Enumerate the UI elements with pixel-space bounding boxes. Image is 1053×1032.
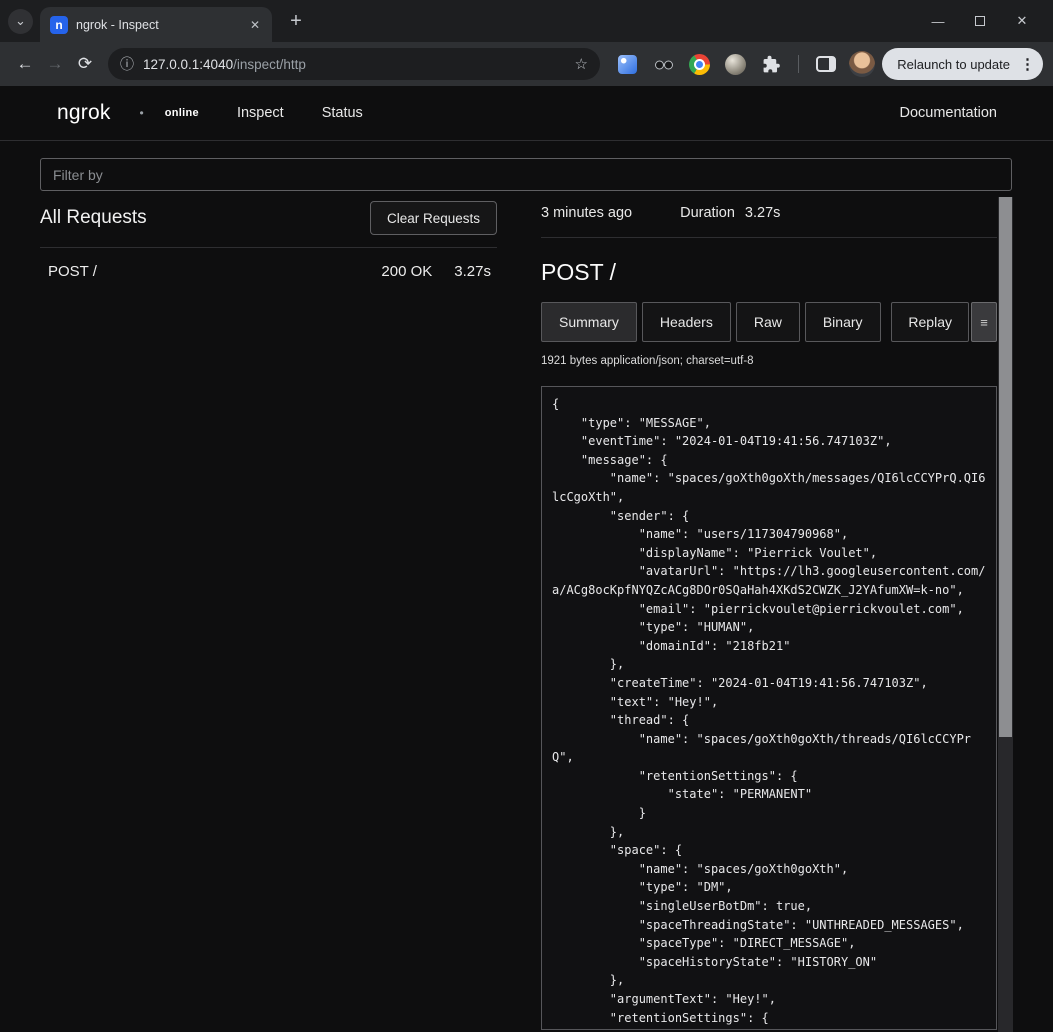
- side-panel-button[interactable]: [812, 51, 839, 78]
- request-title: POST /: [541, 259, 997, 286]
- relaunch-label: Relaunch to update: [897, 57, 1010, 72]
- tunnel-status-badge: online: [165, 107, 199, 119]
- panel-gap: [497, 197, 541, 1032]
- requests-panel: All Requests Clear Requests POST / 200 O…: [40, 197, 497, 1032]
- chrome-logo-icon: [689, 54, 710, 75]
- request-body-json: { "type": "MESSAGE", "eventTime": "2024-…: [552, 395, 992, 1027]
- detail-scrollbar[interactable]: [998, 197, 1013, 1032]
- hamburger-icon: ≡: [980, 315, 988, 330]
- requests-panel-header: All Requests Clear Requests: [40, 197, 497, 248]
- browser-tab-strip: ⌄ n ngrok - Inspect ✕ + — ✕: [0, 0, 1053, 42]
- body-meta-text: 1921 bytes application/json; charset=utf…: [541, 355, 997, 367]
- replay-button[interactable]: Replay: [891, 302, 969, 342]
- avatar: [849, 51, 875, 77]
- extension-sphere-icon[interactable]: [722, 51, 749, 78]
- nav-link-status[interactable]: Status: [322, 105, 363, 121]
- extension-goggles-icon[interactable]: [650, 51, 677, 78]
- ngrok-favicon: n: [50, 16, 68, 34]
- maximize-icon: [975, 16, 985, 26]
- back-button[interactable]: ←: [10, 49, 40, 79]
- maximize-button[interactable]: [959, 0, 1001, 42]
- browser-toolbar: ← → ⟳ ⓘ 127.0.0.1:4040/inspect/http ☆ Re…: [0, 42, 1053, 86]
- profile-button[interactable]: [848, 51, 875, 78]
- clear-requests-button[interactable]: Clear Requests: [370, 201, 497, 235]
- extension-image-icon[interactable]: [614, 51, 641, 78]
- tab-summary[interactable]: Summary: [541, 302, 637, 342]
- relaunch-to-update-button[interactable]: Relaunch to update ⋮: [882, 48, 1043, 80]
- site-info-icon[interactable]: ⓘ: [120, 54, 134, 74]
- bookmark-star-icon[interactable]: ☆: [575, 55, 588, 73]
- new-tab-button[interactable]: +: [283, 8, 309, 34]
- puzzle-icon: [762, 55, 781, 74]
- minimize-button[interactable]: —: [917, 0, 959, 42]
- tab-binary[interactable]: Binary: [805, 302, 881, 342]
- chevron-down-icon: ⌄: [15, 13, 26, 29]
- window-controls: — ✕: [917, 0, 1043, 42]
- extensions-area: [614, 51, 875, 78]
- url-path: /inspect/http: [233, 57, 306, 72]
- browser-tab[interactable]: n ngrok - Inspect ✕: [40, 7, 272, 42]
- forward-button[interactable]: →: [40, 49, 70, 79]
- tab-raw[interactable]: Raw: [736, 302, 800, 342]
- request-row[interactable]: POST / 200 OK 3.27s: [40, 248, 497, 294]
- side-panel-icon: [816, 56, 836, 72]
- ngrok-logo[interactable]: ngrok: [57, 101, 111, 125]
- tab-headers[interactable]: Headers: [642, 302, 731, 342]
- ngrok-navbar: ngrok • online Inspect Status Documentat…: [0, 86, 1053, 141]
- filter-input[interactable]: [40, 158, 1012, 191]
- goggles-icon: [654, 57, 674, 71]
- reload-button[interactable]: ⟳: [70, 49, 100, 79]
- nav-link-documentation[interactable]: Documentation: [899, 105, 997, 121]
- inspect-content: All Requests Clear Requests POST / 200 O…: [0, 197, 1053, 1032]
- request-status: 200 OK: [381, 263, 432, 280]
- request-detail-panel: 3 minutes ago Duration 3.27s POST / Summ…: [541, 197, 1013, 1032]
- url-text: 127.0.0.1:4040/inspect/http: [143, 57, 306, 72]
- ngrok-inspect-page: ngrok • online Inspect Status Documentat…: [0, 86, 1053, 1032]
- detail-header: 3 minutes ago Duration 3.27s: [541, 197, 997, 238]
- image-extension-icon: [618, 55, 637, 74]
- tab-search-button[interactable]: ⌄: [8, 9, 33, 34]
- close-window-button[interactable]: ✕: [1001, 0, 1043, 42]
- status-bullet-icon: •: [140, 106, 144, 120]
- sphere-icon: [725, 54, 746, 75]
- browser-menu-kebab-icon[interactable]: ⋮: [1020, 55, 1035, 73]
- address-bar[interactable]: ⓘ 127.0.0.1:4040/inspect/http ☆: [108, 48, 600, 80]
- requests-panel-title: All Requests: [40, 207, 147, 229]
- replay-menu-button[interactable]: ≡: [971, 302, 997, 342]
- replay-split-button: Replay ≡: [891, 302, 997, 342]
- tab-title: ngrok - Inspect: [76, 18, 238, 32]
- duration-value: 3.27s: [745, 205, 780, 221]
- extension-chrome-icon[interactable]: [686, 51, 713, 78]
- duration-label: Duration: [680, 205, 735, 221]
- request-duration: 3.27s: [454, 263, 491, 280]
- url-host: 127.0.0.1:4040: [143, 57, 233, 72]
- nav-link-inspect[interactable]: Inspect: [237, 105, 284, 121]
- request-body-block: { "type": "MESSAGE", "eventTime": "2024-…: [541, 386, 997, 1030]
- tab-close-icon[interactable]: ✕: [246, 16, 264, 34]
- detail-tabs-row: Summary Headers Raw Binary Replay ≡: [541, 302, 997, 342]
- scrollbar-thumb[interactable]: [999, 197, 1012, 737]
- request-time-ago: 3 minutes ago: [541, 205, 632, 221]
- toolbar-divider: [798, 55, 799, 73]
- request-method-path: POST /: [48, 263, 381, 280]
- extensions-menu-button[interactable]: [758, 51, 785, 78]
